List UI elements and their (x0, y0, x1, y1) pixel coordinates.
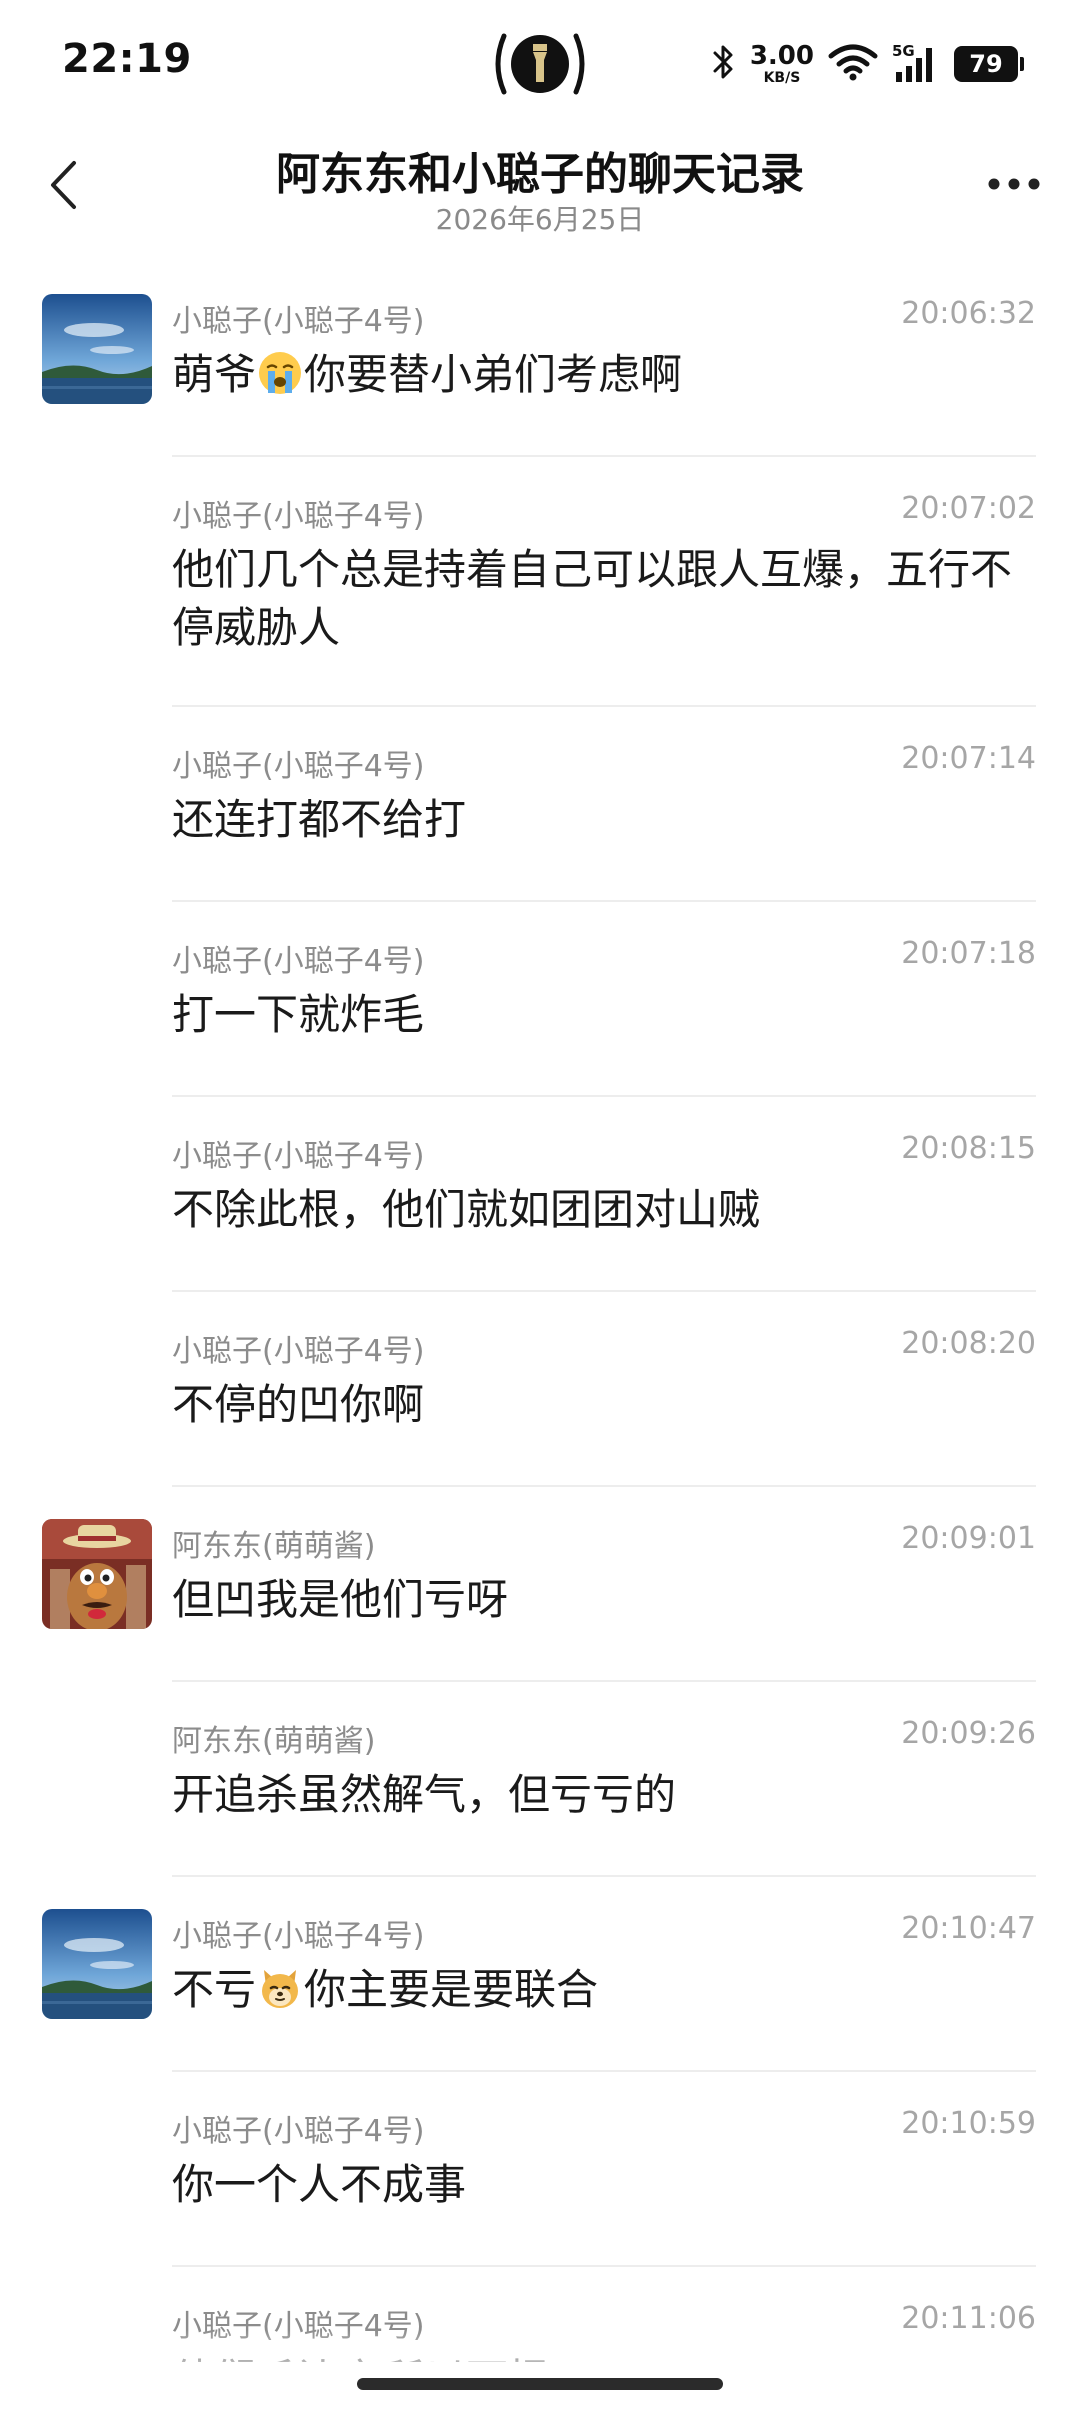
message-text: 但凹我是他们亏呀 (172, 1571, 1012, 1629)
message-sender: 小聪子(小聪子4号) (172, 1139, 425, 1174)
message-time: 20:08:15 (901, 1131, 1036, 1166)
message-text-segment: 打一下就炸毛 (172, 990, 425, 1039)
emoji (256, 1965, 304, 2014)
home-indicator[interactable] (357, 2378, 723, 2390)
battery-icon: 79 (954, 46, 1024, 82)
message-item[interactable]: 小聪子(小聪子4号) 20:07:18 打一下就炸毛 (0, 902, 1080, 1097)
message-sender: 小聪子(小聪子4号) (172, 749, 425, 784)
cellular-signal-icon: 5G (892, 42, 940, 84)
bottom-fade (0, 2330, 1080, 2414)
message-item[interactable]: 小聪子(小聪子4号) 20:10:47 不亏 你主要是要联合 (0, 1877, 1080, 2072)
message-item[interactable]: 阿东东(萌萌酱) 20:09:01 但凹我是他们亏呀 (0, 1487, 1080, 1682)
emoji (256, 350, 304, 399)
message-time: 20:08:20 (901, 1326, 1036, 1361)
message-text: 不除此根，他们就如团团对山贼 (172, 1181, 1012, 1239)
message-item[interactable]: 小聪子(小聪子4号) 20:08:15 不除此根，他们就如团团对山贼 (0, 1097, 1080, 1292)
message-item[interactable]: 小聪子(小聪子4号) 20:08:20 不停的凹你啊 (0, 1292, 1080, 1487)
net-speed-value: 3.00 (749, 41, 814, 71)
message-list[interactable]: 小聪子(小聪子4号) 20:06:32 萌爷 你要替小弟们考虑啊 小聪子(小聪子4号) 2… (0, 262, 1080, 2362)
page-date: 2026年6月25日 (435, 203, 645, 236)
potato-head-avatar[interactable] (42, 1519, 152, 1629)
message-sender: 小聪子(小聪子4号) (172, 304, 425, 339)
status-bar: 22:19 3.00 KB/S 5G 79 (0, 0, 1080, 130)
more-button[interactable] (976, 154, 1052, 214)
message-text: 不停的凹你啊 (172, 1376, 1012, 1434)
status-time: 22:19 (62, 36, 192, 82)
message-time: 20:10:59 (901, 2106, 1036, 2141)
battery-level: 79 (969, 50, 1003, 78)
message-sender: 小聪子(小聪子4号) (172, 2114, 425, 2149)
message-text: 不亏 你主要是要联合 (172, 1961, 1012, 2019)
message-sender: 小聪子(小聪子4号) (172, 1919, 425, 1954)
message-text-segment: 但凹我是他们亏呀 (172, 1575, 509, 1624)
landscape-avatar[interactable] (42, 294, 152, 404)
message-item[interactable]: 阿东东(萌萌酱) 20:09:26 开追杀虽然解气，但亏亏的 (0, 1682, 1080, 1877)
bluetooth-icon (712, 43, 736, 85)
message-text-segment: 你主要是要联合 (304, 1965, 599, 2014)
message-sender: 阿东东(萌萌酱) (172, 1529, 376, 1564)
message-time: 20:07:14 (901, 741, 1036, 776)
message-time: 20:10:47 (901, 1911, 1036, 1946)
more-dots-icon (988, 178, 1040, 190)
message-sender: 小聪子(小聪子4号) (172, 944, 425, 979)
flashlight-icon[interactable] (490, 30, 590, 98)
message-item[interactable]: 小聪子(小聪子4号) 20:07:14 还连打都不给打 (0, 707, 1080, 902)
message-text: 你一个人不成事 (172, 2156, 1012, 2214)
message-sender: 小聪子(小聪子4号) (172, 499, 425, 534)
message-text: 萌爷 你要替小弟们考虑啊 (172, 346, 1012, 404)
message-text-segment: 你要替小弟们考虑啊 (304, 350, 683, 399)
message-text-segment: 不除此根，他们就如团团对山贼 (172, 1185, 761, 1234)
message-item[interactable]: 小聪子(小聪子4号) 20:10:59 你一个人不成事 (0, 2072, 1080, 2267)
net-speed-unit: KB/S (763, 70, 801, 86)
message-text: 还连打都不给打 (172, 791, 1012, 849)
message-text-segment: 不停的凹你啊 (172, 1380, 425, 1429)
message-text-segment: 他们几个总是持着自己可以跟人互爆，五行不停威胁人 (172, 545, 1013, 652)
message-time: 20:07:02 (901, 491, 1036, 526)
message-sender: 小聪子(小聪子4号) (172, 1334, 425, 1369)
message-text-segment: 你一个人不成事 (172, 2160, 467, 2209)
message-text-segment: 不亏 (172, 1965, 257, 2014)
message-time: 20:09:01 (901, 1521, 1036, 1556)
net-speed: 3.00 KB/S (750, 43, 814, 85)
message-time: 20:09:26 (901, 1716, 1036, 1751)
message-time: 20:06:32 (901, 296, 1036, 331)
landscape-avatar[interactable] (42, 1909, 152, 2019)
crying-face-icon (259, 352, 302, 394)
message-text: 打一下就炸毛 (172, 986, 1012, 1044)
message-time: 20:07:18 (901, 936, 1036, 971)
page-title: 阿东东和小聪子的聊天记录 (276, 149, 804, 200)
message-text-segment: 还连打都不给打 (172, 795, 467, 844)
message-text: 他们几个总是持着自己可以跟人互爆，五行不停威胁人 (172, 541, 1012, 657)
wifi-icon (828, 43, 878, 85)
message-item[interactable]: 小聪子(小聪子4号) 20:07:02 他们几个总是持着自己可以跟人互爆，五行不停威… (0, 457, 1080, 707)
status-icons: 3.00 KB/S 5G 79 (712, 34, 1024, 94)
message-item[interactable]: 小聪子(小聪子4号) 20:06:32 萌爷 你要替小弟们考虑啊 (0, 262, 1080, 457)
message-text: 开追杀虽然解气，但亏亏的 (172, 1766, 1012, 1824)
message-text-segment: 萌爷 (172, 350, 257, 399)
message-sender: 阿东东(萌萌酱) (172, 1724, 376, 1759)
nav-header: 阿东东和小聪子的聊天记录 2026年6月25日 (0, 130, 1080, 250)
dog-face-icon (262, 1970, 299, 2008)
message-text-segment: 开追杀虽然解气，但亏亏的 (172, 1770, 677, 1819)
